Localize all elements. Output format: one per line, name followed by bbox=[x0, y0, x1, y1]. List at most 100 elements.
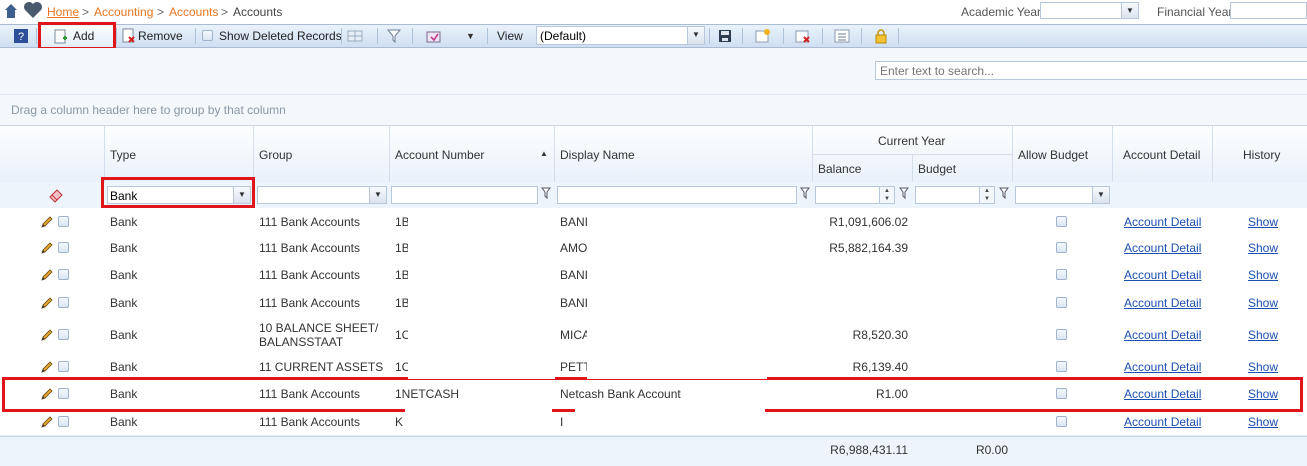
edit-pencil-icon[interactable] bbox=[40, 296, 54, 310]
remove-document-icon[interactable] bbox=[121, 28, 137, 44]
balance-filter-spinner[interactable]: ▲ ▼ bbox=[815, 186, 895, 204]
column-header-display-name[interactable]: Display Name bbox=[560, 148, 635, 162]
chevron-down-icon[interactable]: ▼ bbox=[1121, 3, 1138, 18]
history-show-link[interactable]: Show bbox=[1248, 296, 1278, 310]
history-show-link[interactable]: Show bbox=[1248, 328, 1278, 342]
breadcrumb-current: Accounts bbox=[233, 5, 283, 19]
type-filter-highlight bbox=[101, 177, 255, 208]
cell-type: Bank bbox=[110, 296, 138, 310]
save-view-icon[interactable] bbox=[717, 28, 733, 44]
budget-filter-spinner[interactable]: ▲ ▼ bbox=[915, 186, 995, 204]
allow-budget-filter-select[interactable]: ▼ bbox=[1015, 186, 1110, 204]
chevron-down-icon[interactable]: ▼ bbox=[1092, 187, 1109, 203]
column-header-allow-budget[interactable]: Allow Budget bbox=[1018, 148, 1088, 162]
search-input[interactable] bbox=[875, 61, 1307, 80]
row-select-checkbox[interactable] bbox=[58, 297, 69, 308]
filter-options-icon[interactable] bbox=[899, 187, 909, 199]
spinner-arrows-icon[interactable]: ▲ ▼ bbox=[979, 187, 994, 203]
row-select-checkbox[interactable] bbox=[58, 329, 69, 340]
chevron-down-icon[interactable]: ▼ bbox=[687, 27, 704, 44]
filter-options-icon[interactable] bbox=[999, 187, 1009, 199]
delete-view-icon[interactable] bbox=[795, 28, 811, 44]
row-select-checkbox[interactable] bbox=[58, 416, 69, 427]
show-deleted-checkbox[interactable] bbox=[202, 30, 213, 41]
row-select-checkbox[interactable] bbox=[58, 242, 69, 253]
cell-balance: R5,882,164.39 bbox=[829, 241, 908, 255]
display-name-filter-input[interactable] bbox=[557, 186, 797, 204]
cell-group: 111 Bank Accounts bbox=[259, 241, 360, 255]
breadcrumb-accounts-link[interactable]: Accounts bbox=[169, 5, 218, 19]
favorite-heart-icon[interactable] bbox=[23, 1, 43, 19]
edit-pencil-icon[interactable] bbox=[40, 415, 54, 429]
grid-footer bbox=[0, 436, 1307, 466]
remove-button[interactable]: Remove bbox=[138, 28, 183, 45]
cell-balance: R8,520.30 bbox=[852, 328, 908, 342]
column-header-account-number[interactable]: Account Number bbox=[395, 148, 484, 162]
allow-budget-checkbox[interactable] bbox=[1056, 216, 1067, 227]
allow-budget-checkbox[interactable] bbox=[1056, 269, 1067, 280]
column-header-group[interactable]: Group bbox=[259, 148, 292, 162]
cell-display-name: BANI bbox=[560, 268, 589, 282]
account-detail-link[interactable]: Account Detail bbox=[1124, 215, 1201, 229]
account-detail-link[interactable]: Account Detail bbox=[1124, 328, 1201, 342]
edit-pencil-icon[interactable] bbox=[40, 215, 54, 229]
column-chooser-icon[interactable] bbox=[347, 28, 363, 44]
view-select[interactable]: (Default) ▼ bbox=[536, 26, 705, 45]
column-header-type[interactable]: Type bbox=[110, 148, 136, 162]
lock-icon[interactable] bbox=[873, 28, 889, 44]
allow-budget-checkbox[interactable] bbox=[1056, 416, 1067, 427]
group-filter-select[interactable]: ▼ bbox=[257, 186, 387, 204]
filter-icon[interactable] bbox=[386, 28, 402, 44]
row-select-checkbox[interactable] bbox=[58, 361, 69, 372]
row-select-checkbox[interactable] bbox=[58, 269, 69, 280]
allow-budget-checkbox[interactable] bbox=[1056, 242, 1067, 253]
cell-account-number: K bbox=[395, 415, 404, 429]
column-header-budget[interactable]: Budget bbox=[918, 162, 956, 176]
help-icon[interactable]: ? bbox=[13, 28, 29, 44]
edit-pencil-icon[interactable] bbox=[40, 268, 54, 282]
history-show-link[interactable]: Show bbox=[1248, 415, 1278, 429]
clear-filter-icon[interactable] bbox=[48, 187, 64, 203]
account-number-filter-input[interactable] bbox=[391, 186, 538, 204]
toolbar-divider bbox=[341, 28, 342, 44]
breadcrumb-accounting-link[interactable]: Accounting bbox=[94, 5, 153, 19]
account-detail-link[interactable]: Account Detail bbox=[1124, 415, 1201, 429]
account-detail-link[interactable]: Account Detail bbox=[1124, 268, 1201, 282]
row-select-checkbox[interactable] bbox=[58, 216, 69, 227]
home-icon[interactable] bbox=[4, 3, 18, 19]
filter-options-icon[interactable] bbox=[541, 187, 551, 199]
column-header-history[interactable]: History bbox=[1243, 148, 1280, 162]
filter-options-icon[interactable] bbox=[800, 187, 810, 199]
export-icon[interactable] bbox=[426, 28, 442, 44]
history-show-link[interactable]: Show bbox=[1248, 215, 1278, 229]
export-dropdown-chevron-icon[interactable]: ▼ bbox=[466, 31, 475, 41]
chevron-down-icon[interactable]: ▼ bbox=[369, 187, 386, 203]
history-show-link[interactable]: Show bbox=[1248, 241, 1278, 255]
column-header-account-detail[interactable]: Account Detail bbox=[1123, 148, 1200, 162]
cell-display-name: BANI bbox=[560, 296, 589, 310]
edit-pencil-icon[interactable] bbox=[40, 328, 54, 342]
view-properties-icon[interactable] bbox=[834, 28, 850, 44]
spinner-arrows-icon[interactable]: ▲ ▼ bbox=[879, 187, 894, 203]
account-detail-link[interactable]: Account Detail bbox=[1124, 360, 1201, 374]
history-show-link[interactable]: Show bbox=[1248, 268, 1278, 282]
account-detail-link[interactable]: Account Detail bbox=[1124, 296, 1201, 310]
academic-year-label: Academic Year bbox=[961, 5, 1042, 19]
cell-group: 11 CURRENT ASSETS bbox=[259, 360, 384, 374]
allow-budget-checkbox[interactable] bbox=[1056, 329, 1067, 340]
history-show-link[interactable]: Show bbox=[1248, 360, 1278, 374]
toolbar-divider bbox=[195, 28, 196, 44]
header-divider bbox=[812, 154, 1012, 155]
cell-type: Bank bbox=[110, 268, 138, 282]
allow-budget-checkbox[interactable] bbox=[1056, 361, 1067, 372]
add-button-highlight bbox=[38, 22, 116, 50]
breadcrumb-home-link[interactable]: Home bbox=[47, 5, 79, 19]
academic-year-select[interactable]: ▼ bbox=[1040, 2, 1139, 19]
account-detail-link[interactable]: Account Detail bbox=[1124, 241, 1201, 255]
edit-pencil-icon[interactable] bbox=[40, 360, 54, 374]
financial-year-select[interactable] bbox=[1230, 2, 1307, 19]
edit-pencil-icon[interactable] bbox=[40, 241, 54, 255]
column-header-balance[interactable]: Balance bbox=[818, 162, 861, 176]
allow-budget-checkbox[interactable] bbox=[1056, 297, 1067, 308]
new-view-icon[interactable] bbox=[755, 28, 771, 44]
